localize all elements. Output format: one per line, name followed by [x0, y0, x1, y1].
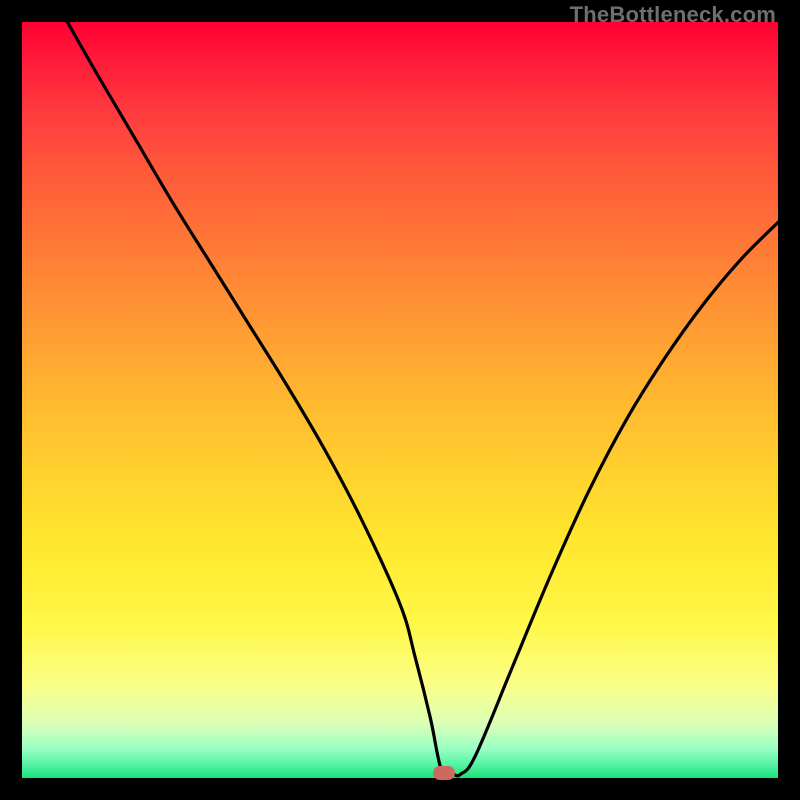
- bottleneck-curve-path: [67, 22, 778, 776]
- plot-area: [22, 22, 778, 778]
- min-marker: [433, 766, 455, 780]
- curve-svg: [22, 22, 778, 778]
- chart-container: TheBottleneck.com: [0, 0, 800, 800]
